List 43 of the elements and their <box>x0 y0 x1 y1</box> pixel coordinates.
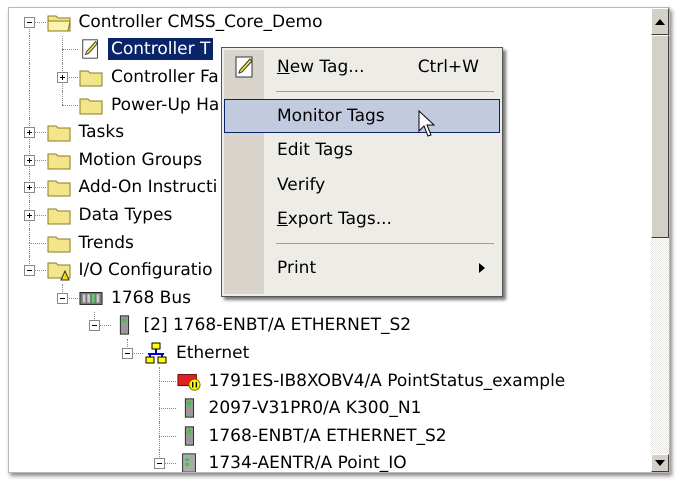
expand-box[interactable] <box>24 127 35 138</box>
scroll-up-button[interactable] <box>651 8 669 35</box>
tree-item[interactable]: Tasks <box>76 121 128 144</box>
scrollbar[interactable] <box>651 8 669 472</box>
tree-item[interactable]: Data Types <box>76 204 176 226</box>
tree-item[interactable]: Controller CMSS_Core_Demo <box>76 10 326 33</box>
expand-box[interactable] <box>56 72 68 83</box>
down-arrow-icon <box>655 460 665 466</box>
collapse-box[interactable] <box>24 16 35 28</box>
menu-item[interactable]: Verify <box>224 168 500 202</box>
menu-item[interactable]: Monitor Tags <box>224 98 500 133</box>
tree-item[interactable]: Trends <box>76 232 137 254</box>
collapse-box[interactable] <box>154 458 165 470</box>
collapse-box[interactable] <box>122 348 132 359</box>
submenu-arrow-icon <box>479 262 485 273</box>
tree-item[interactable]: [2] 1768-ENBT/A ETHERNET_S2 <box>140 314 414 336</box>
expand-box[interactable] <box>24 154 35 166</box>
up-arrow-icon <box>655 18 665 24</box>
tree-item[interactable]: Motion Groups <box>76 148 206 171</box>
menu-item[interactable]: Export Tags... <box>224 202 500 236</box>
tree-item[interactable]: 1734-AENTR/A Point_IO <box>206 452 410 472</box>
menu-item[interactable]: Edit Tags <box>224 133 500 168</box>
tree-item[interactable]: Ethernet <box>173 342 252 364</box>
expand-box[interactable] <box>24 210 35 221</box>
network-icon <box>144 342 168 364</box>
tree-item[interactable]: Power-Up Ha <box>108 94 222 116</box>
tree-item[interactable]: 2097-V31PR0/A K300_N1 <box>206 397 424 420</box>
tree-item[interactable]: Controller Fa <box>108 66 222 88</box>
scroll-thumb[interactable] <box>651 35 669 238</box>
menu-item[interactable]: New Tag... Ctrl+W <box>224 50 500 84</box>
cursor-icon <box>418 110 436 138</box>
tree-item[interactable]: 1768 Bus <box>108 286 194 309</box>
collapse-box[interactable] <box>24 265 35 276</box>
tree-item[interactable]: Controller T <box>108 38 214 60</box>
menu-item[interactable]: Print <box>224 250 500 285</box>
tree-item[interactable]: 1768-ENBT/A ETHERNET_S2 <box>206 424 450 447</box>
scroll-down-button[interactable] <box>651 454 669 472</box>
tree-item[interactable]: I/O Configuratio <box>76 259 216 282</box>
expand-box[interactable] <box>24 182 35 194</box>
collapse-box[interactable] <box>56 292 68 304</box>
tree-item[interactable]: 1791ES-IB8XOBV4/A PointStatus_example <box>206 370 568 392</box>
tree-item[interactable]: Add-On Instructi <box>76 176 220 198</box>
collapse-box[interactable] <box>89 320 100 332</box>
